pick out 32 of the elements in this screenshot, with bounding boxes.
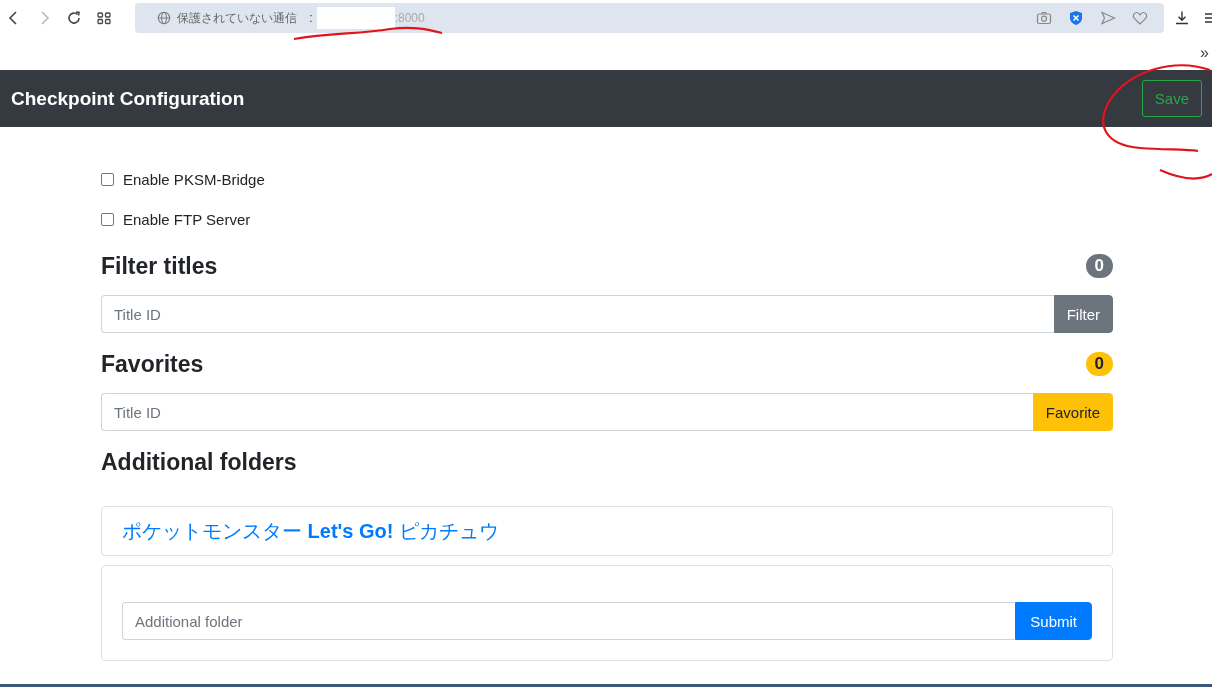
checkbox[interactable] [101,172,114,186]
checkbox-label: Enable FTP Server [123,210,251,228]
section-button[interactable]: Filter [1053,295,1113,333]
bookmarks-overflow[interactable]: » [1200,44,1212,62]
title-id-field[interactable]: Title ID [101,295,1054,333]
submit-button[interactable]: Submit [1015,602,1092,640]
checkbox-label: Enable PKSM-Bridge [123,170,265,188]
title-id-field[interactable]: Title ID [101,393,1033,431]
download-icon[interactable] [1174,10,1191,26]
count-badge: 0 [1085,254,1113,278]
section-heading: Additional folders [101,448,298,477]
menu-icon[interactable] [1204,10,1212,26]
camera-icon[interactable] [1036,10,1053,26]
folder-field[interactable]: Additional folder [122,602,1016,640]
count-badge: 0 [1085,352,1113,376]
checkbox[interactable] [101,212,114,226]
url-port: :8000 [394,11,425,25]
grid-icon[interactable] [96,10,112,26]
section-button[interactable]: Favorite [1032,393,1113,431]
reload-icon[interactable] [66,10,82,26]
send-icon[interactable] [1100,10,1117,26]
heart-icon[interactable] [1132,10,1149,26]
save-button[interactable]: Save [1141,80,1202,117]
app-title: Checkpoint Configuration [11,87,245,110]
section-heading: Favorites [101,350,204,378]
folder-link[interactable]: ポケットモンスター Let's Go! ピカチュウ [122,517,499,545]
address-bar[interactable]: 保護されていない通信 : :8000 [135,3,1165,33]
security-label: 保護されていない通信 [177,9,298,27]
url-text: : [309,11,313,25]
globe-icon [157,11,172,25]
shield-icon[interactable] [1068,10,1085,26]
section-heading: Filter titles [101,252,218,280]
